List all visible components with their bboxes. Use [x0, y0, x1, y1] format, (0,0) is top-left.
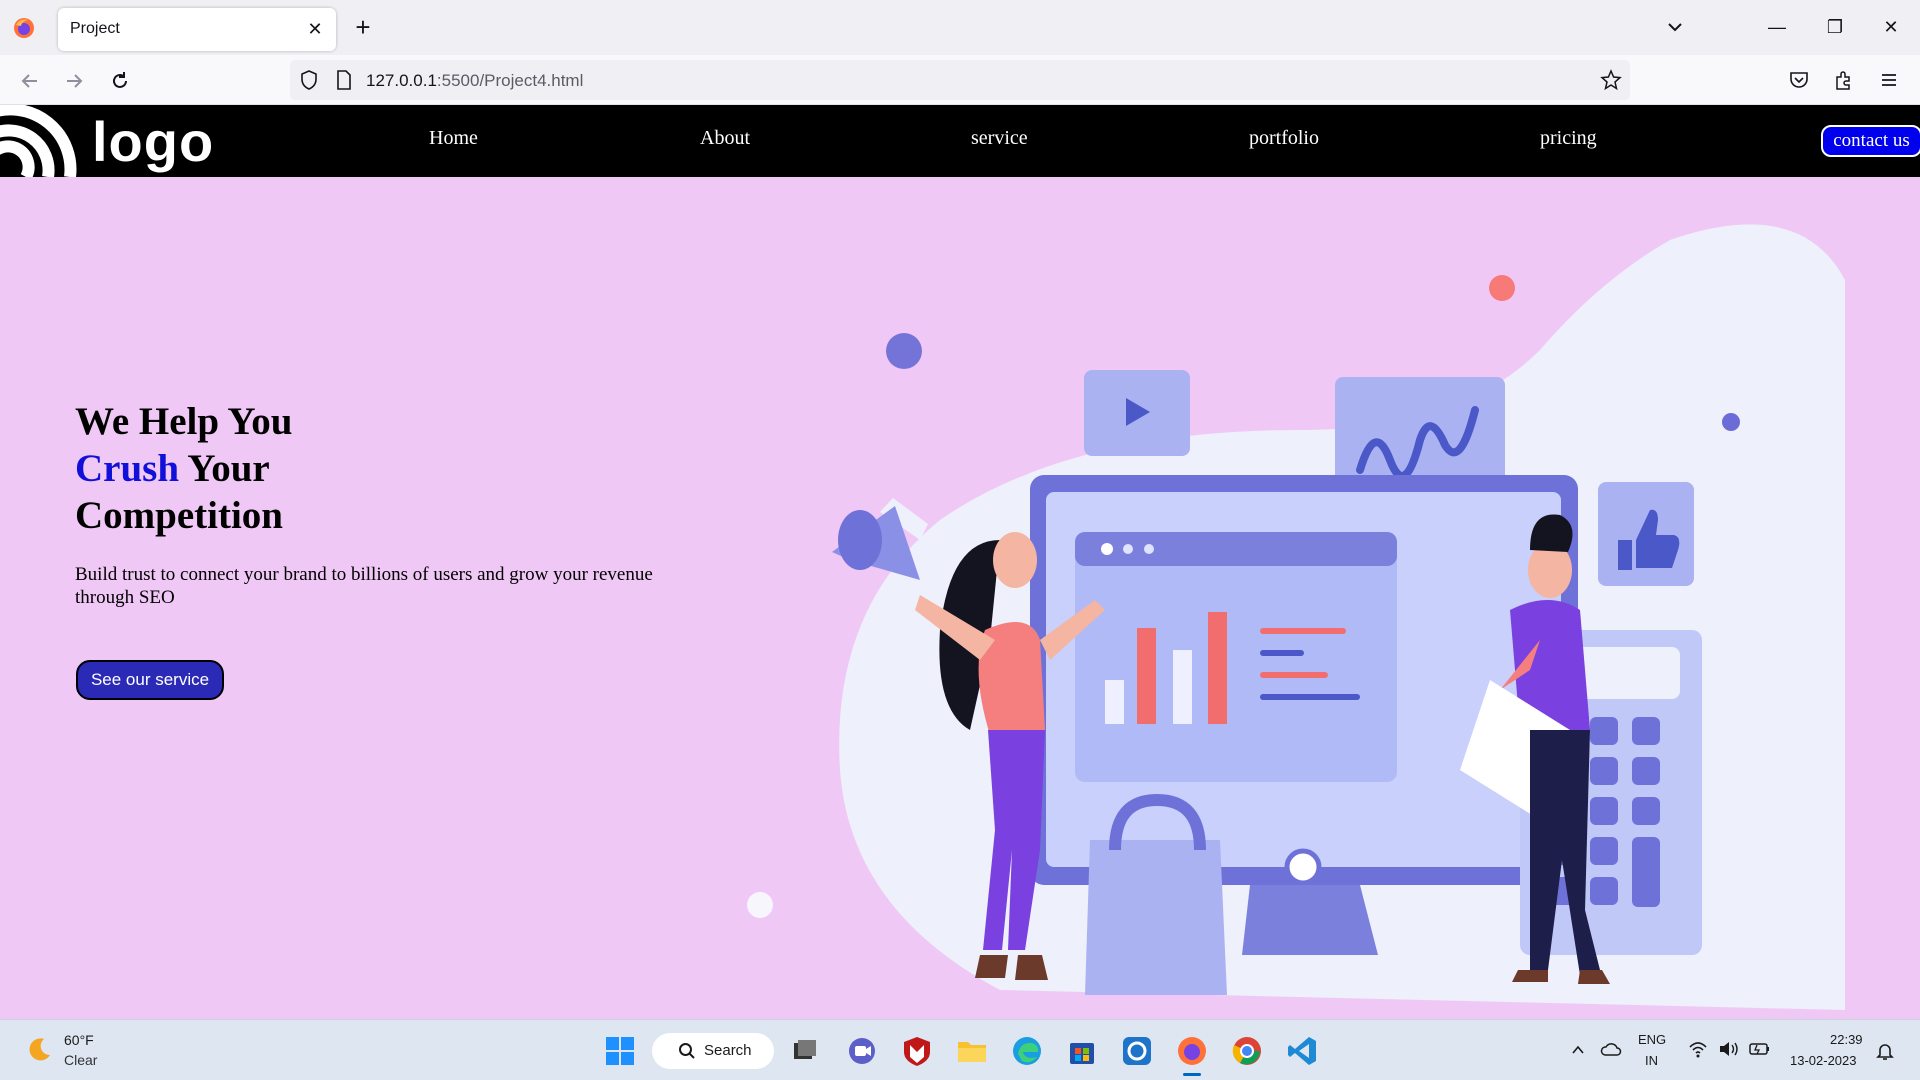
tab-title: Project — [70, 20, 120, 37]
nav-service[interactable]: service — [971, 127, 1028, 150]
reload-button[interactable] — [104, 65, 136, 97]
decor-dot — [1722, 413, 1740, 431]
hero-subtitle: Build trust to connect your brand to bil… — [75, 564, 653, 608]
chevron-up-icon[interactable] — [1570, 1042, 1586, 1058]
onedrive-cloud-icon[interactable] — [1600, 1040, 1622, 1058]
firefox-icon — [14, 18, 34, 38]
see-our-service-button[interactable]: See our service — [76, 660, 224, 700]
region-indicator[interactable]: IN — [1645, 1053, 1658, 1068]
forward-arrow-icon — [67, 74, 83, 88]
vscode-icon[interactable] — [1285, 1034, 1319, 1068]
back-arrow-icon — [21, 74, 37, 88]
file-explorer-icon[interactable] — [955, 1034, 989, 1068]
monitor-stand — [1242, 885, 1378, 955]
new-tab-button[interactable]: + — [348, 12, 378, 42]
active-tab[interactable]: Project ✕ — [58, 8, 336, 51]
logo-mark-icon — [0, 105, 77, 177]
list-all-tabs-icon[interactable] — [1660, 12, 1690, 42]
shield-icon[interactable] — [298, 69, 320, 91]
chat-icon[interactable] — [845, 1034, 879, 1068]
search-icon — [679, 1043, 695, 1059]
store-icon[interactable] — [1065, 1034, 1099, 1068]
hero-title-line-2-rest: Your — [179, 447, 270, 490]
browser-tab-bar: Project ✕ + — ❐ ✕ — [0, 0, 1920, 55]
logo-text[interactable]: logo — [92, 109, 214, 174]
reload-icon — [113, 72, 127, 88]
language-indicator[interactable]: ENG — [1638, 1032, 1666, 1047]
decor-dot — [747, 892, 773, 918]
url-host: 127.0.0.1 — [366, 71, 437, 90]
restore-button[interactable]: ❐ — [1820, 12, 1850, 42]
bar-chart-bar — [1105, 680, 1124, 724]
volume-icon[interactable] — [1718, 1040, 1740, 1058]
contact-us-button[interactable]: contact us — [1821, 125, 1920, 157]
battery-icon[interactable] — [1748, 1040, 1772, 1058]
bar-chart-bar — [1208, 612, 1227, 724]
nav-home[interactable]: Home — [429, 127, 478, 150]
decor-dot — [886, 333, 922, 369]
app-icon[interactable] — [1120, 1034, 1154, 1068]
hero-title-line-2: Crush Your — [75, 445, 292, 492]
page-icon[interactable] — [334, 69, 354, 91]
shopping-bag — [1085, 840, 1227, 995]
hero-title-line-3: Competition — [75, 494, 283, 537]
back-button[interactable] — [14, 65, 46, 97]
bar-chart-bar — [1173, 650, 1192, 724]
forward-button[interactable] — [58, 65, 90, 97]
hero-title-accent: Crush — [75, 447, 180, 490]
extensions-icon[interactable] — [1833, 69, 1855, 91]
bookmark-star-icon[interactable] — [1600, 69, 1622, 91]
browser-navigation-bar: 127.0.0.1:5500/Project4.html — [0, 55, 1920, 105]
url-text[interactable]: 127.0.0.1:5500/Project4.html — [366, 71, 583, 91]
windows-taskbar: 60°F Clear Search ENG IN 22:39 13-02-202… — [0, 1019, 1920, 1080]
firefox-icon[interactable] — [1175, 1034, 1209, 1068]
chrome-icon[interactable] — [1230, 1034, 1264, 1068]
nav-pricing[interactable]: pricing — [1540, 127, 1597, 150]
decor-dot — [1489, 275, 1515, 301]
mcafee-icon[interactable] — [900, 1034, 934, 1068]
url-path: :5500/Project4.html — [436, 71, 584, 90]
windows-start-icon[interactable] — [603, 1034, 637, 1068]
address-bar[interactable]: 127.0.0.1:5500/Project4.html — [290, 60, 1630, 100]
monitor-power-button — [1284, 848, 1322, 886]
nav-portfolio[interactable]: portfolio — [1249, 127, 1319, 150]
moon-weather-icon[interactable] — [26, 1035, 54, 1063]
site-header: logo Home About service portfolio pricin… — [0, 105, 1920, 177]
hero-title: We Help You Crush Your Competition — [75, 398, 292, 539]
active-app-indicator — [1183, 1073, 1201, 1076]
pocket-icon[interactable] — [1788, 69, 1810, 91]
menu-icon[interactable] — [1878, 69, 1900, 91]
wifi-icon[interactable] — [1688, 1040, 1708, 1058]
weather-description[interactable]: Clear — [64, 1052, 97, 1068]
clock-time[interactable]: 22:39 — [1830, 1032, 1863, 1047]
close-window-button[interactable]: ✕ — [1876, 12, 1906, 42]
nav-about[interactable]: About — [700, 127, 750, 150]
tab-close-icon[interactable]: ✕ — [304, 18, 326, 40]
marketing-illustration — [747, 224, 1845, 1010]
bar-chart-bar — [1137, 628, 1156, 724]
browser-window — [1075, 532, 1397, 782]
task-view-icon[interactable] — [788, 1034, 822, 1068]
minimize-button[interactable]: — — [1762, 12, 1792, 42]
search-label: Search — [704, 1042, 752, 1059]
hero-title-line-1: We Help You — [75, 400, 293, 443]
clock-date[interactable]: 13-02-2023 — [1790, 1053, 1857, 1068]
notification-bell-icon[interactable] — [1874, 1040, 1896, 1062]
weather-temperature[interactable]: 60°F — [64, 1032, 94, 1048]
edge-icon[interactable] — [1010, 1034, 1044, 1068]
taskbar-search[interactable]: Search — [652, 1033, 774, 1069]
